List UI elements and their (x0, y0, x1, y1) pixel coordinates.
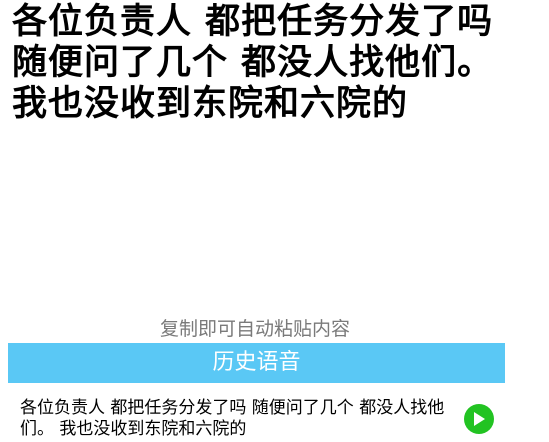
voice-transcription-screen: 各位负责人 都把任务分发了吗 随便问了几个 都没人找他们。 我也没收到东院和六院… (0, 0, 549, 442)
transcript-text[interactable]: 各位负责人 都把任务分发了吗 随便问了几个 都没人找他们。 我也没收到东院和六院… (12, 2, 502, 125)
history-header: 历史语音 (8, 343, 505, 383)
play-icon (474, 412, 485, 426)
history-list-item[interactable]: 各位负责人 都把任务分发了吗 随便问了几个 都没人找他们。 我也没收到东院和六院… (8, 396, 538, 440)
history-item-text[interactable]: 各位负责人 都把任务分发了吗 随便问了几个 都没人找他们。 我也没收到东院和六院… (20, 398, 460, 440)
play-button[interactable] (464, 404, 494, 434)
history-title: 历史语音 (212, 350, 301, 375)
copy-hint-text: 复制即可自动粘贴内容 (159, 318, 350, 340)
